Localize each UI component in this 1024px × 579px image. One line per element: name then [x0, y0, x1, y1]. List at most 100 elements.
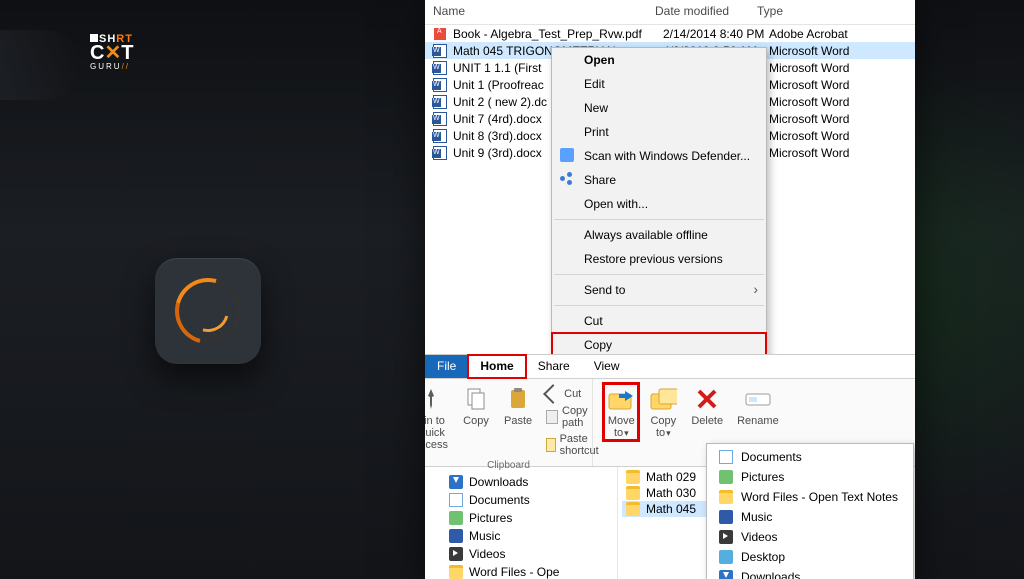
file-list-pane: Name Date modified Type Book - Algebra_T…	[425, 0, 915, 354]
ctx-sendto[interactable]: Send to	[552, 278, 766, 302]
word-icon	[433, 78, 447, 92]
nav-music[interactable]: Music	[429, 527, 613, 545]
copy-icon	[462, 385, 490, 413]
copy-button[interactable]: Copy	[458, 383, 494, 429]
music-icon	[449, 529, 463, 543]
ctx-edit[interactable]: Edit	[552, 72, 766, 96]
ribbon-group-clipboard: Pin to Quick access Copy Paste Cut Copy …	[425, 379, 593, 466]
copyto-icon	[649, 385, 677, 413]
rename-button[interactable]: Rename	[733, 383, 783, 429]
file-type: Microsoft Word	[769, 44, 915, 58]
pictures-icon	[719, 470, 733, 484]
pdf-icon	[433, 27, 447, 41]
folder-icon	[626, 470, 640, 484]
ctx-sep	[554, 305, 764, 306]
pin-icon	[425, 385, 445, 413]
app-ring-icon	[175, 278, 241, 344]
context-menu[interactable]: Open Edit New Print Scan with Windows De…	[551, 47, 767, 354]
moveto-icon	[607, 385, 635, 413]
app-tile	[155, 258, 261, 364]
ctx-share[interactable]: Share	[552, 168, 766, 192]
folder-icon	[626, 486, 640, 500]
nav-downloads[interactable]: Downloads	[429, 473, 613, 491]
rename-icon	[744, 385, 772, 413]
ctx-copy[interactable]: Copy	[552, 333, 766, 354]
pictures-icon	[449, 511, 463, 525]
ctx-restore[interactable]: Restore previous versions	[552, 247, 766, 271]
documents-icon	[449, 493, 463, 507]
nav-wordfiles[interactable]: Word Files - Ope	[429, 563, 613, 579]
scissors-icon	[543, 384, 563, 404]
file-type: Microsoft Word	[769, 61, 915, 75]
word-icon	[433, 129, 447, 143]
ctx-offline[interactable]: Always available offline	[552, 223, 766, 247]
ctx-new[interactable]: New	[552, 96, 766, 120]
nav-pictures[interactable]: Pictures	[429, 509, 613, 527]
delete-icon	[693, 385, 721, 413]
col-name[interactable]: Name	[433, 4, 655, 18]
nav-documents[interactable]: Documents	[429, 491, 613, 509]
desktop-icon	[719, 550, 733, 564]
moveto-videos[interactable]: Videos	[709, 527, 911, 547]
col-date[interactable]: Date modified	[655, 4, 757, 18]
ribbon-tabs[interactable]: File Home Share View	[425, 355, 915, 379]
tab-view[interactable]: View	[582, 355, 632, 378]
word-icon	[433, 146, 447, 160]
folder-icon	[626, 502, 640, 516]
documents-icon	[719, 450, 733, 464]
pasteshortcut-icon	[546, 438, 555, 452]
file-name: Book - Algebra_Test_Prep_Rvw.pdf	[453, 27, 659, 41]
folder-icon	[719, 490, 733, 504]
moveto-dropdown[interactable]: Documents Pictures Word Files - Open Tex…	[706, 443, 914, 579]
downloads-icon	[449, 475, 463, 489]
downloads-icon	[719, 570, 733, 579]
moveto-desktop[interactable]: Desktop	[709, 547, 911, 567]
copyto-button[interactable]: Copy to▾	[645, 383, 681, 441]
file-type: Microsoft Word	[769, 146, 915, 160]
moveto-button[interactable]: Move to▾	[603, 383, 639, 441]
nav-videos[interactable]: Videos	[429, 545, 613, 563]
file-type: Adobe Acrobat	[769, 27, 915, 41]
nav-tree[interactable]: Downloads Documents Pictures Music Video…	[425, 467, 618, 579]
file-type: Microsoft Word	[769, 78, 915, 92]
moveto-pictures[interactable]: Pictures	[709, 467, 911, 487]
column-headers[interactable]: Name Date modified Type	[425, 0, 915, 25]
ribbon-window: File Home Share View Pin to Quick access…	[425, 354, 915, 579]
ctx-sep	[554, 274, 764, 275]
file-row[interactable]: Book - Algebra_Test_Prep_Rvw.pdf 2/14/201…	[425, 25, 915, 42]
ctx-sep	[554, 219, 764, 220]
videos-icon	[449, 547, 463, 561]
word-icon	[433, 95, 447, 109]
tab-home[interactable]: Home	[468, 355, 525, 378]
folder-icon	[449, 565, 463, 579]
file-type: Microsoft Word	[769, 129, 915, 143]
music-icon	[719, 510, 733, 524]
file-type: Microsoft Word	[769, 112, 915, 126]
delete-button[interactable]: Delete	[687, 383, 727, 429]
ctx-open[interactable]: Open	[552, 48, 766, 72]
ctx-print[interactable]: Print	[552, 120, 766, 144]
pin-quickaccess-button[interactable]: Pin to Quick access	[425, 383, 452, 453]
explorer-window: Name Date modified Type Book - Algebra_T…	[425, 0, 915, 579]
share-icon	[560, 172, 574, 186]
moveto-music[interactable]: Music	[709, 507, 911, 527]
shield-icon	[560, 148, 574, 162]
ctx-scan[interactable]: Scan with Windows Defender...	[552, 144, 766, 168]
word-icon	[433, 112, 447, 126]
ctx-openwith[interactable]: Open with...	[552, 192, 766, 216]
word-icon	[433, 61, 447, 75]
file-type: Microsoft Word	[769, 95, 915, 109]
word-icon	[433, 44, 447, 58]
paste-icon	[504, 385, 532, 413]
moveto-downloads[interactable]: Downloads	[709, 567, 911, 579]
paste-button[interactable]: Paste	[500, 383, 536, 429]
col-type[interactable]: Type	[757, 4, 915, 18]
file-date: 2/14/2014 8:40 PM	[663, 27, 765, 41]
ctx-cut[interactable]: Cut	[552, 309, 766, 333]
copypath-icon	[546, 410, 558, 424]
tab-share[interactable]: Share	[526, 355, 582, 378]
tab-file[interactable]: File	[425, 355, 468, 378]
moveto-documents[interactable]: Documents	[709, 447, 911, 467]
moveto-wordfiles[interactable]: Word Files - Open Text Notes	[709, 487, 911, 507]
brand-logo: SHRT C✕T GURU//	[90, 33, 144, 95]
